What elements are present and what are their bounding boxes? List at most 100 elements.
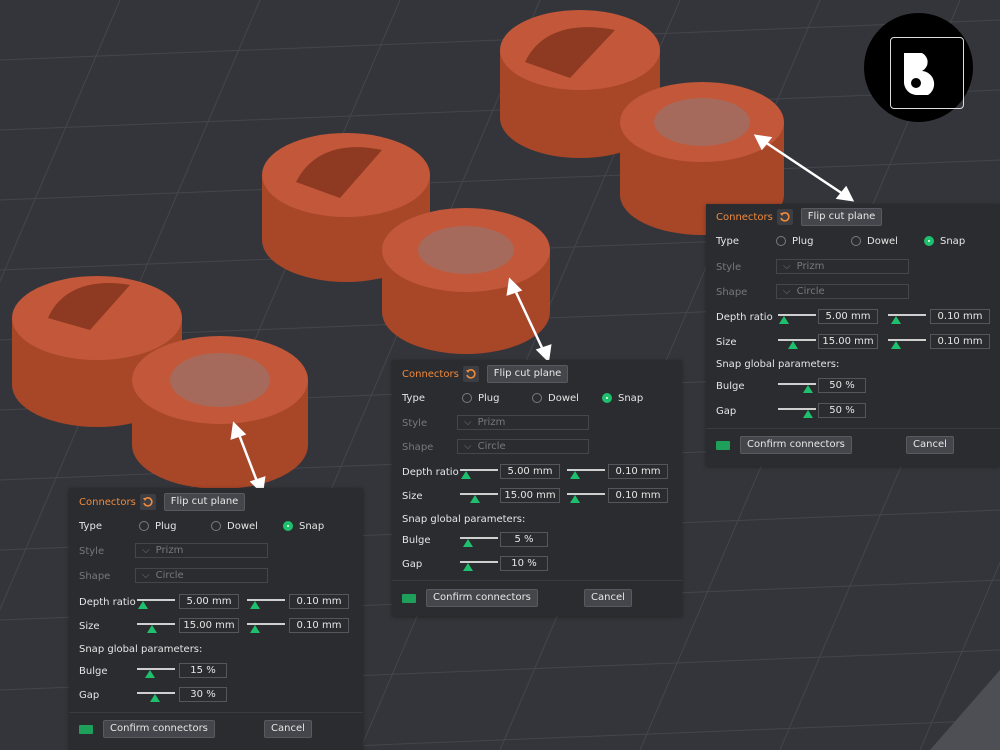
- bulge-slider[interactable]: [460, 534, 498, 547]
- slider-thumb[interactable]: [890, 341, 901, 349]
- slider-thumb[interactable]: [462, 539, 473, 547]
- slider-thumb[interactable]: [787, 341, 798, 349]
- size-input[interactable]: 15.00 mm: [818, 334, 878, 349]
- size-tolerance-input[interactable]: 0.10 mm: [608, 488, 668, 503]
- snap-params-label: Snap global parameters:: [79, 643, 203, 655]
- depth-ratio-slider[interactable]: [137, 596, 175, 609]
- type-option-dowel[interactable]: Dowel: [532, 393, 579, 404]
- shape-value: Circle: [477, 441, 506, 452]
- snap-params-label: Snap global parameters:: [402, 513, 526, 525]
- depth-ratio-input[interactable]: 5.00 mm: [500, 464, 560, 479]
- slider-thumb[interactable]: [803, 385, 814, 393]
- size-tolerance-input[interactable]: 0.10 mm: [930, 334, 990, 349]
- connector-icon: [402, 593, 416, 603]
- size-slider[interactable]: [460, 490, 498, 503]
- bulge-input[interactable]: 5 %: [500, 532, 548, 547]
- cancel-button[interactable]: Cancel: [264, 720, 312, 738]
- depth-tolerance-slider[interactable]: [247, 596, 285, 609]
- slider-thumb[interactable]: [469, 495, 480, 503]
- type-label: Type: [402, 392, 425, 404]
- bulge-input[interactable]: 50 %: [818, 378, 866, 393]
- type-option-plug[interactable]: Plug: [462, 393, 500, 404]
- plate-corner: [930, 670, 1000, 750]
- slider-thumb[interactable]: [149, 694, 160, 702]
- undo-icon[interactable]: [462, 366, 479, 382]
- slider-thumb[interactable]: [146, 625, 157, 633]
- chevron-down-icon: ⌵: [464, 441, 472, 452]
- shape-value: Circle: [796, 286, 825, 297]
- flip-cut-plane-button[interactable]: Flip cut plane: [800, 208, 883, 226]
- gap-slider[interactable]: [137, 689, 175, 702]
- shape-label: Shape: [402, 441, 434, 453]
- chevron-down-icon: ⌵: [142, 545, 150, 556]
- bulge-slider[interactable]: [778, 380, 816, 393]
- depth-ratio-slider[interactable]: [778, 311, 816, 324]
- confirm-connectors-button[interactable]: Confirm connectors: [740, 436, 852, 454]
- option-label: Plug: [792, 235, 814, 247]
- bulge-input[interactable]: 15 %: [179, 663, 227, 678]
- slider-thumb[interactable]: [569, 495, 580, 503]
- size-tolerance-slider[interactable]: [567, 490, 605, 503]
- size-slider[interactable]: [778, 336, 816, 349]
- cancel-button[interactable]: Cancel: [584, 589, 632, 607]
- gap-slider[interactable]: [460, 558, 498, 571]
- style-select: ⌵ Prizm: [135, 543, 268, 558]
- slider-thumb[interactable]: [890, 316, 901, 324]
- slider-thumb[interactable]: [462, 563, 473, 571]
- gap-input[interactable]: 30 %: [179, 687, 227, 702]
- undo-icon[interactable]: [776, 209, 793, 225]
- size-tolerance-input[interactable]: 0.10 mm: [289, 618, 349, 633]
- depth-tolerance-slider[interactable]: [567, 466, 605, 479]
- bulge-label: Bulge: [402, 534, 431, 546]
- part-pair-left: [12, 276, 308, 489]
- style-value: Prizm: [477, 417, 506, 428]
- slider-thumb[interactable]: [569, 471, 580, 479]
- gap-input[interactable]: 50 %: [818, 403, 866, 418]
- type-option-dowel[interactable]: Dowel: [851, 236, 898, 247]
- radio-icon: [139, 521, 149, 531]
- depth-ratio-input[interactable]: 5.00 mm: [818, 309, 878, 324]
- depth-tolerance-slider[interactable]: [888, 311, 926, 324]
- size-slider[interactable]: [137, 620, 175, 633]
- undo-icon[interactable]: [139, 494, 156, 510]
- type-option-snap[interactable]: Snap: [283, 521, 324, 532]
- gap-input[interactable]: 10 %: [500, 556, 548, 571]
- option-label: Dowel: [548, 392, 579, 404]
- bulge-slider[interactable]: [137, 665, 175, 678]
- slider-thumb[interactable]: [145, 670, 156, 678]
- flip-cut-plane-button[interactable]: Flip cut plane: [163, 493, 246, 511]
- gap-slider[interactable]: [778, 405, 816, 418]
- flip-cut-plane-button[interactable]: Flip cut plane: [486, 365, 569, 383]
- size-tolerance-slider[interactable]: [888, 336, 926, 349]
- b-logo-icon: [864, 13, 973, 122]
- depth-ratio-input[interactable]: 5.00 mm: [179, 594, 239, 609]
- slider-thumb[interactable]: [249, 625, 260, 633]
- size-tolerance-slider[interactable]: [247, 620, 285, 633]
- depth-ratio-slider[interactable]: [460, 466, 498, 479]
- slider-thumb[interactable]: [803, 410, 814, 418]
- slider-thumb[interactable]: [461, 471, 472, 479]
- cancel-button[interactable]: Cancel: [906, 436, 954, 454]
- size-input[interactable]: 15.00 mm: [500, 488, 560, 503]
- confirm-connectors-button[interactable]: Confirm connectors: [103, 720, 215, 738]
- slider-thumb[interactable]: [779, 316, 790, 324]
- type-option-plug[interactable]: Plug: [139, 521, 177, 532]
- depth-tolerance-input[interactable]: 0.10 mm: [289, 594, 349, 609]
- type-option-snap[interactable]: Snap: [602, 393, 643, 404]
- chevron-down-icon: ⌵: [783, 286, 791, 297]
- depth-tolerance-input[interactable]: 0.10 mm: [930, 309, 990, 324]
- slider-thumb[interactable]: [138, 601, 149, 609]
- style-label: Style: [402, 417, 428, 429]
- part-pair-middle: [262, 133, 550, 354]
- radio-icon: [776, 236, 786, 246]
- type-option-plug[interactable]: Plug: [776, 236, 814, 247]
- confirm-connectors-button[interactable]: Confirm connectors: [426, 589, 538, 607]
- size-input[interactable]: 15.00 mm: [179, 618, 239, 633]
- logo-glyph: [903, 53, 935, 95]
- gap-label: Gap: [79, 689, 100, 701]
- radio-selected-icon: [602, 393, 612, 403]
- type-option-dowel[interactable]: Dowel: [211, 521, 258, 532]
- slider-thumb[interactable]: [249, 601, 260, 609]
- type-option-snap[interactable]: Snap: [924, 236, 965, 247]
- depth-tolerance-input[interactable]: 0.10 mm: [608, 464, 668, 479]
